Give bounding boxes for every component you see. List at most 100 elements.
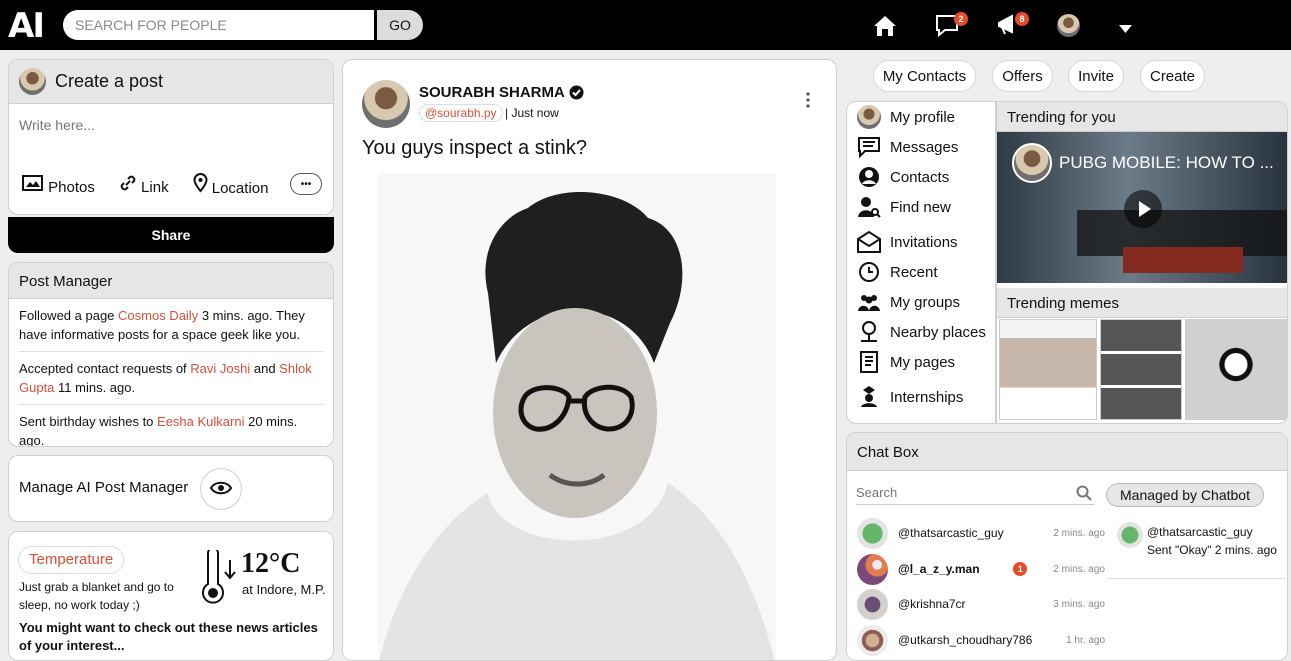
menu-nearby-places[interactable]: Nearby places bbox=[857, 320, 986, 344]
temperature-unit: °C bbox=[269, 548, 301, 579]
contacts-icon bbox=[859, 167, 879, 187]
chat-username: @l_a_z_y.man bbox=[898, 562, 980, 576]
chat-time: 2 mins. ago bbox=[1053, 527, 1105, 539]
author-handle[interactable]: @sourabh.py bbox=[419, 104, 503, 122]
groups-icon bbox=[858, 295, 880, 311]
chat-avatar bbox=[857, 588, 888, 620]
invite-button[interactable]: Invite bbox=[1068, 60, 1124, 92]
profile-avatar[interactable] bbox=[1057, 14, 1080, 37]
news-prompt: You might want to check out these news a… bbox=[19, 620, 318, 653]
chat-user-row[interactable]: @utkarsh_choudhary786 1 hr. ago bbox=[857, 623, 1105, 657]
meme-thumbnail[interactable] bbox=[999, 319, 1097, 420]
invitation-icon bbox=[857, 230, 881, 253]
post-photo[interactable] bbox=[378, 173, 776, 661]
menu-internships[interactable]: Internships bbox=[857, 385, 963, 409]
menu-label: My profile bbox=[890, 108, 956, 126]
home-icon[interactable] bbox=[871, 12, 899, 40]
trending-video[interactable]: PUBG MOBILE: HOW TO ... bbox=[997, 132, 1287, 283]
menu-my-profile[interactable]: My profile bbox=[857, 105, 955, 129]
contact-link[interactable]: Ravi Joshi bbox=[190, 361, 250, 376]
history-icon bbox=[859, 262, 879, 282]
trending-panel: Trending for you PUBG MOBILE: HOW TO ...… bbox=[996, 101, 1288, 424]
chat-username: @krishna7cr bbox=[898, 597, 966, 611]
notifications-nav-button[interactable]: 8 bbox=[995, 12, 1029, 43]
menu-my-pages[interactable]: My pages bbox=[857, 350, 955, 374]
nearby-places-icon bbox=[861, 321, 877, 342]
chat-search-input[interactable] bbox=[856, 481, 1094, 505]
location-option[interactable]: Location bbox=[193, 172, 269, 197]
post-time: | Just now bbox=[505, 106, 559, 120]
chat-time: 1 hr. ago bbox=[1066, 634, 1105, 646]
activity-text: 11 mins. ago. bbox=[54, 380, 136, 395]
temperature-card: Temperature Just grab a blanket and go t… bbox=[8, 531, 334, 661]
post-options: Photos Link Location bbox=[21, 172, 269, 197]
search-icon[interactable] bbox=[1076, 485, 1092, 501]
my-contacts-button[interactable]: My Contacts bbox=[873, 60, 976, 92]
post-text-input[interactable] bbox=[9, 106, 333, 162]
view-ai-manager-button[interactable] bbox=[200, 468, 242, 510]
photos-option[interactable]: Photos bbox=[21, 174, 95, 196]
menu-my-groups[interactable]: My groups bbox=[857, 290, 960, 314]
menu-messages[interactable]: Messages bbox=[857, 135, 958, 159]
messages-icon bbox=[858, 137, 880, 159]
create-button[interactable]: Create bbox=[1140, 60, 1205, 92]
activity-accepted-contacts: Accepted contact requests of Ravi Joshi … bbox=[19, 352, 323, 405]
offers-button[interactable]: Offers bbox=[992, 60, 1053, 92]
creator-avatar bbox=[19, 68, 46, 95]
create-post-card: Create a post Photos Link Location ••• bbox=[8, 59, 334, 215]
link-icon bbox=[120, 175, 136, 191]
menu-recent[interactable]: Recent bbox=[857, 260, 938, 284]
chatbot-message[interactable]: @thatsarcastic_guy Sent "Okay" 2 mins. a… bbox=[1107, 516, 1285, 579]
chat-username: @utkarsh_choudhary786 bbox=[898, 633, 1033, 647]
people-search-input[interactable] bbox=[63, 10, 374, 40]
location-label: Location bbox=[211, 180, 269, 197]
share-button[interactable]: Share bbox=[8, 217, 334, 253]
find-people-icon bbox=[858, 197, 881, 218]
temperature-tag: Temperature bbox=[18, 546, 125, 574]
author-avatar[interactable] bbox=[362, 80, 410, 128]
contact-link[interactable]: Eesha Kulkarni bbox=[157, 414, 244, 429]
chatbot-message-text: Sent "Okay" 2 mins. ago bbox=[1147, 543, 1277, 557]
meme-thumbnail[interactable] bbox=[1185, 319, 1287, 420]
post-card: SOURABH SHARMA @sourabh.py | Just now Yo… bbox=[342, 59, 837, 661]
activity-text: and bbox=[250, 361, 280, 376]
temperature-value: 12 bbox=[241, 548, 269, 579]
menu-label: Invitations bbox=[890, 233, 958, 251]
internship-icon bbox=[861, 386, 877, 407]
chat-username: @thatsarcastic_guy bbox=[898, 526, 1004, 540]
menu-label: Internships bbox=[890, 388, 964, 406]
search-go-button[interactable]: GO bbox=[377, 10, 423, 40]
app-logo[interactable]: AI bbox=[8, 9, 45, 43]
chat-avatar bbox=[857, 553, 888, 585]
menu-find-new[interactable]: Find new bbox=[857, 195, 951, 219]
menu-label: Messages bbox=[890, 138, 959, 156]
account-dropdown-icon[interactable] bbox=[1119, 25, 1132, 33]
thermometer-icon bbox=[202, 550, 236, 604]
chat-user-row[interactable]: @l_a_z_y.man 1 2 mins. ago bbox=[857, 552, 1105, 586]
video-logo-art bbox=[1123, 247, 1243, 273]
link-option[interactable]: Link bbox=[119, 174, 169, 196]
channel-avatar bbox=[1012, 143, 1052, 183]
more-menu-icon[interactable] bbox=[805, 91, 811, 109]
menu-contacts[interactable]: Contacts bbox=[857, 165, 949, 189]
profile-icon bbox=[857, 105, 881, 129]
messages-nav-button[interactable]: 2 bbox=[934, 12, 968, 43]
chat-user-row[interactable]: @krishna7cr 3 mins. ago bbox=[857, 587, 1105, 621]
menu-label: Recent bbox=[890, 263, 938, 281]
author-name[interactable]: SOURABH SHARMA bbox=[419, 84, 565, 101]
play-button[interactable] bbox=[1124, 190, 1162, 228]
menu-invitations[interactable]: Invitations bbox=[857, 230, 958, 254]
menu-label: My pages bbox=[890, 353, 956, 371]
chat-time: 3 mins. ago bbox=[1053, 598, 1105, 610]
eye-icon bbox=[209, 481, 233, 494]
more-options-button[interactable]: ••• bbox=[290, 173, 322, 195]
chat-user-row[interactable]: @thatsarcastic_guy 2 mins. ago bbox=[857, 516, 1105, 550]
chat-box: Chat Box Managed by Chatbot @thatsarcast… bbox=[846, 432, 1288, 661]
activity-text: Accepted contact requests of bbox=[19, 361, 191, 376]
trending-title: Trending for you bbox=[997, 102, 1287, 132]
page-link[interactable]: Cosmos Daily bbox=[118, 308, 198, 323]
photos-label: Photos bbox=[48, 179, 95, 196]
managed-by-chatbot-label: Managed by Chatbot bbox=[1106, 483, 1264, 507]
activity-birthday-wishes: Sent birthday wishes to Eesha Kulkarni 2… bbox=[19, 405, 323, 446]
meme-thumbnail[interactable] bbox=[1100, 319, 1182, 420]
